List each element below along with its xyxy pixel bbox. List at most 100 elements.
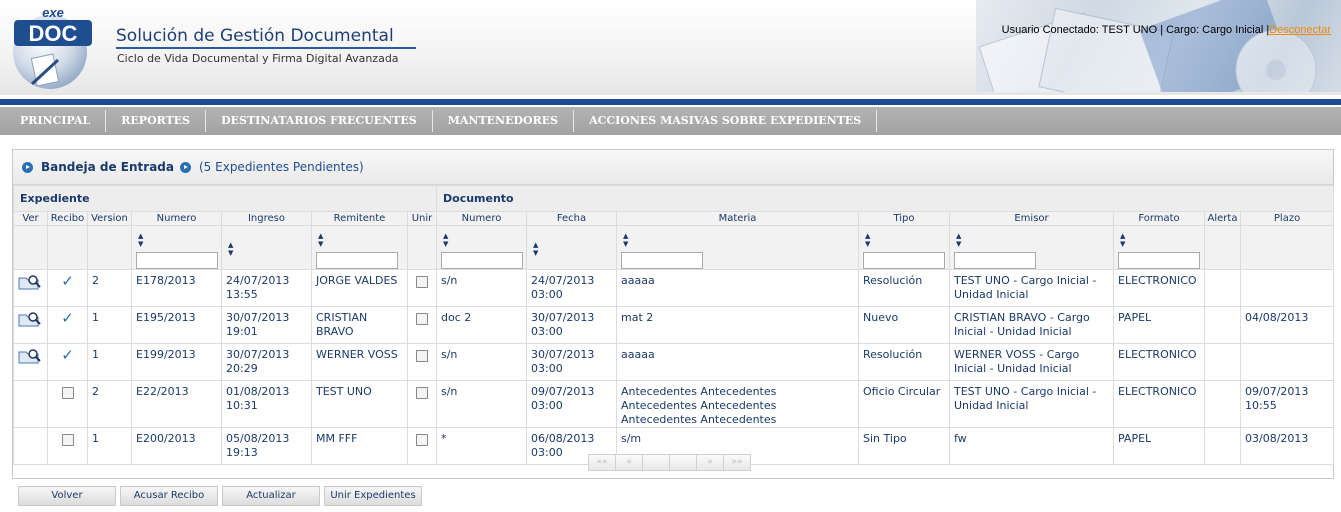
col-numero[interactable]: Numero bbox=[131, 211, 222, 226]
unir-checkbox[interactable] bbox=[416, 434, 428, 446]
filter-numero-input[interactable] bbox=[136, 252, 218, 269]
col-ingreso[interactable]: Ingreso bbox=[221, 211, 312, 226]
filter-row: ▲ ▼ ▲ ▼ ▲ ▼ ▲ ▼ ▲ ▼ ▲ ▼ ▲ ▼ ▲ ▼ ▲ ▼ bbox=[13, 225, 1335, 270]
folder-search-icon[interactable] bbox=[18, 274, 42, 290]
unir-cell bbox=[407, 427, 437, 465]
sort-icon[interactable]: ▲ ▼ bbox=[318, 232, 403, 248]
recibo-cell: ✓ bbox=[47, 269, 88, 307]
filter-doc-numero-input[interactable] bbox=[441, 252, 523, 269]
numero-cell: E195/2013 bbox=[131, 306, 222, 344]
unir-cell bbox=[407, 269, 437, 307]
last-page-button[interactable]: »» bbox=[723, 454, 751, 471]
doc-numero-cell: * bbox=[436, 427, 527, 465]
folder-search-icon[interactable] bbox=[18, 348, 42, 364]
title-underline bbox=[116, 47, 416, 49]
ver-cell bbox=[13, 306, 48, 344]
inbox-title: Bandeja de Entrada bbox=[41, 160, 174, 174]
page-button[interactable] bbox=[642, 454, 670, 471]
col-recibo: Recibo bbox=[47, 211, 88, 226]
col-formato[interactable]: Formato bbox=[1113, 211, 1205, 226]
emisor-cell: CRISTIAN BRAVO - Cargo Inicial - Unidad … bbox=[949, 306, 1114, 344]
pending-count: (5 Expedientes Pendientes) bbox=[199, 160, 364, 174]
nav-item-principal[interactable]: PRINCIPAL bbox=[0, 110, 107, 132]
sort-icon[interactable]: ▲ ▼ bbox=[443, 232, 522, 248]
nav-item-acciones-masivas[interactable]: ACCIONES MASIVAS SOBRE EXPEDIENTES bbox=[574, 110, 878, 132]
nav-item-mantenedores[interactable]: MANTENEDORES bbox=[433, 110, 575, 132]
materia-cell: Antecedentes Antecedentes Antecedentes A… bbox=[616, 380, 859, 428]
col-fecha[interactable]: Fecha bbox=[526, 211, 617, 226]
col-tipo[interactable]: Tipo bbox=[858, 211, 950, 226]
doc-numero-cell: s/n bbox=[436, 269, 527, 307]
materia-cell: aaaaa bbox=[616, 343, 859, 381]
sort-icon[interactable]: ▲ ▼ bbox=[1120, 232, 1200, 248]
exedoc-logo: exe DOC bbox=[13, 5, 92, 89]
column-group-row: Expediente Documento bbox=[13, 185, 1335, 212]
table-row: ✓ 1 E199/2013 30/07/2013 20:29 WERNER VO… bbox=[13, 343, 1335, 381]
sort-icon[interactable]: ▲ ▼ bbox=[228, 241, 307, 257]
version-cell: 1 bbox=[87, 343, 132, 381]
first-page-button[interactable]: «« bbox=[588, 454, 616, 471]
next-page-button[interactable]: » bbox=[696, 454, 724, 471]
numero-cell: E22/2013 bbox=[131, 380, 222, 428]
alerta-cell bbox=[1204, 380, 1241, 428]
filter-formato-input[interactable] bbox=[1118, 252, 1200, 269]
unir-checkbox[interactable] bbox=[416, 387, 428, 399]
col-doc-numero[interactable]: Numero bbox=[436, 211, 527, 226]
unir-cell bbox=[407, 343, 437, 381]
sort-icon[interactable]: ▲ ▼ bbox=[956, 232, 1109, 248]
tipo-cell: Resolución bbox=[858, 269, 950, 307]
filter-remitente-input[interactable] bbox=[316, 252, 398, 269]
actualizar-button[interactable]: Actualizar bbox=[222, 486, 320, 506]
tipo-cell: Nuevo bbox=[858, 306, 950, 344]
received-check-icon: ✓ bbox=[61, 272, 74, 290]
received-check-icon: ✓ bbox=[61, 346, 74, 364]
col-alerta: Alerta bbox=[1204, 211, 1241, 226]
nav-item-reportes[interactable]: REPORTES bbox=[106, 110, 207, 132]
arrow-circle-icon bbox=[22, 161, 33, 173]
plazo-cell: 03/08/2013 bbox=[1239, 427, 1335, 465]
prev-page-button[interactable]: « bbox=[615, 454, 643, 471]
unir-checkbox[interactable] bbox=[416, 350, 428, 362]
formato-cell: PAPEL bbox=[1113, 427, 1205, 465]
unir-cell bbox=[407, 306, 437, 344]
recibo-checkbox[interactable] bbox=[61, 387, 74, 399]
alerta-cell bbox=[1204, 343, 1241, 381]
filter-emisor-input[interactable] bbox=[954, 252, 1036, 269]
plazo-cell bbox=[1239, 269, 1335, 307]
acusar-recibo-button[interactable]: Acusar Recibo bbox=[120, 486, 218, 506]
group-documento: Documento bbox=[435, 185, 1335, 212]
unir-checkbox[interactable] bbox=[416, 276, 428, 288]
table-row: ✓ 1 E195/2013 30/07/2013 19:01 CRISTIAN … bbox=[13, 306, 1335, 344]
header: exe DOC Solución de Gestión Documental C… bbox=[0, 0, 1341, 95]
col-materia[interactable]: Materia bbox=[616, 211, 859, 226]
page-button[interactable] bbox=[669, 454, 697, 471]
inbox-panel: Bandeja de Entrada (5 Expedientes Pendie… bbox=[12, 149, 1335, 479]
recibo-cell: ✓ bbox=[47, 343, 88, 381]
volver-button[interactable]: Volver bbox=[18, 486, 116, 506]
unir-checkbox[interactable] bbox=[416, 313, 428, 325]
recibo-cell bbox=[47, 427, 88, 465]
remitente-cell: CRISTIAN BRAVO bbox=[311, 306, 408, 344]
arrow-circle-icon[interactable] bbox=[180, 161, 191, 173]
user-info-text: Usuario Conectado: TEST UNO | Cargo: Car… bbox=[1001, 24, 1270, 36]
filter-materia-input[interactable] bbox=[621, 252, 703, 269]
numero-cell: E199/2013 bbox=[131, 343, 222, 381]
sort-icon[interactable]: ▲ ▼ bbox=[138, 232, 217, 248]
sort-icon[interactable]: ▲ ▼ bbox=[865, 232, 945, 248]
logout-link[interactable]: Desconectar bbox=[1269, 24, 1331, 36]
materia-cell: aaaaa bbox=[616, 269, 859, 307]
ver-cell bbox=[13, 343, 48, 381]
pagination: «« « » »» bbox=[588, 454, 751, 471]
sort-icon[interactable]: ▲ ▼ bbox=[533, 241, 612, 257]
svg-text:DOC: DOC bbox=[29, 21, 78, 46]
col-emisor[interactable]: Emisor bbox=[949, 211, 1114, 226]
col-remitente[interactable]: Remitente bbox=[311, 211, 408, 226]
alerta-cell bbox=[1204, 427, 1241, 465]
received-check-icon: ✓ bbox=[61, 309, 74, 327]
recibo-checkbox[interactable] bbox=[61, 434, 74, 446]
filter-tipo-input[interactable] bbox=[863, 252, 945, 269]
nav-item-destinatarios-frecuentes[interactable]: DESTINATARIOS FRECUENTES bbox=[206, 110, 433, 132]
folder-search-icon[interactable] bbox=[18, 311, 42, 327]
sort-icon[interactable]: ▲ ▼ bbox=[623, 232, 854, 248]
unir-expedientes-button[interactable]: Unir Expedientes bbox=[324, 486, 422, 506]
